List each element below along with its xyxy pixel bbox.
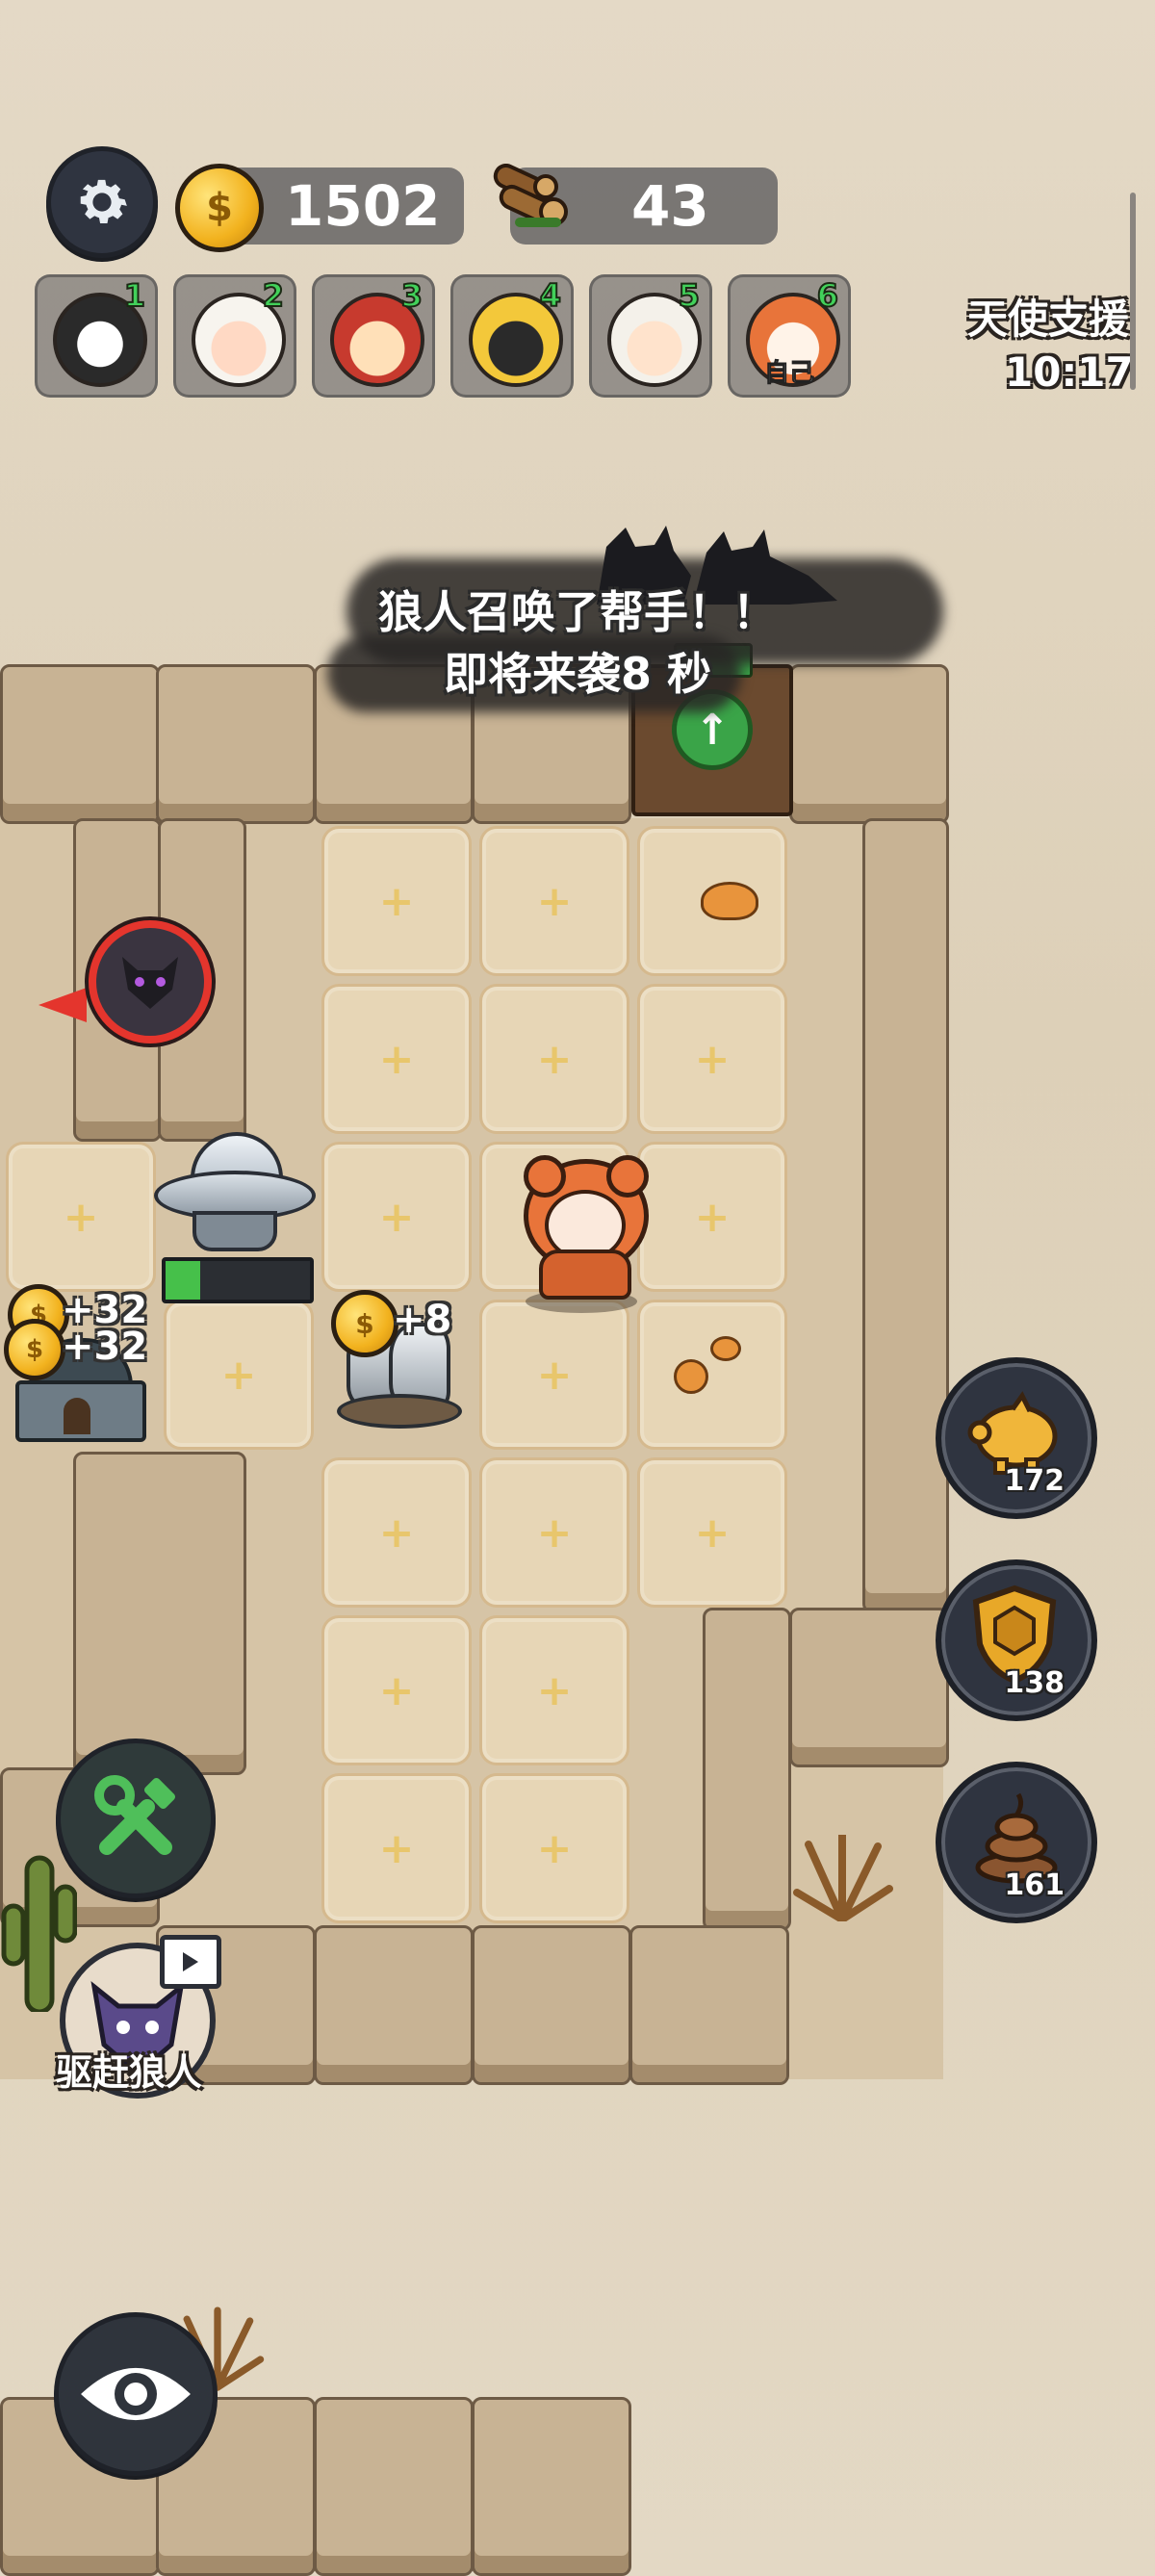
- player-number: 4: [539, 276, 562, 315]
- player-sheep-character[interactable]: [510, 1155, 653, 1319]
- building-door: [64, 1398, 90, 1434]
- wolf-enemy-marker[interactable]: [38, 920, 212, 1045]
- fox-ear-right: [606, 1155, 649, 1198]
- fox-ear-left: [524, 1155, 566, 1198]
- ufo-health-fill: [166, 1261, 200, 1300]
- player-number: 1: [123, 276, 146, 315]
- wall: [314, 2397, 474, 2576]
- build-tile[interactable]: +: [479, 826, 629, 976]
- ufo-turret[interactable]: [154, 1132, 316, 1257]
- orange-pebble-icon: [674, 1359, 708, 1394]
- gold-value: 1502: [285, 173, 441, 239]
- orange-pebble-icon: [710, 1336, 741, 1361]
- piggy-bank-icon: [967, 1391, 1058, 1475]
- wrench-hammer-icon: [94, 1775, 176, 1855]
- player-avatar-4[interactable]: 4: [450, 274, 574, 398]
- piggy-bank-button[interactable]: 172: [936, 1357, 1097, 1519]
- build-tile[interactable]: +: [321, 1142, 472, 1292]
- build-tile[interactable]: +: [321, 1773, 472, 1923]
- player-avatar-6[interactable]: 6 自己: [728, 274, 851, 398]
- wall: [789, 1608, 949, 1767]
- build-tile[interactable]: +: [321, 1615, 472, 1765]
- shield-count: 138: [1004, 1666, 1065, 1700]
- settings-button[interactable]: [46, 146, 158, 258]
- wall: [862, 818, 949, 1613]
- red-arrow-icon: [38, 988, 87, 1022]
- wall: [472, 2397, 631, 2576]
- video-ad-icon: [160, 1935, 221, 1989]
- ore-base: [337, 1394, 462, 1429]
- gold-gain-text: +32: [62, 1325, 148, 1369]
- angel-support-label: 天使支援: [967, 296, 1130, 343]
- build-tile[interactable]: +: [321, 984, 472, 1134]
- piggy-bank-count: 172: [1004, 1464, 1065, 1498]
- wall: [629, 1925, 789, 2085]
- ufo-base: [192, 1211, 277, 1251]
- wall: [472, 1925, 631, 2085]
- build-tile[interactable]: +: [479, 1773, 629, 1923]
- player-avatar-5[interactable]: 5: [589, 274, 712, 398]
- wall: [314, 1925, 474, 2085]
- build-tile[interactable]: +: [164, 1300, 314, 1450]
- self-tag: 自己: [763, 359, 814, 389]
- player-avatar-2[interactable]: 2: [173, 274, 296, 398]
- build-tile[interactable]: +: [321, 826, 472, 976]
- orange-pebble-icon: [701, 882, 758, 920]
- build-tile[interactable]: +: [637, 1142, 787, 1292]
- cape-body: [539, 1249, 631, 1300]
- build-tile[interactable]: +: [479, 984, 629, 1134]
- build-tile[interactable]: +: [479, 1457, 629, 1608]
- coin-icon: $: [331, 1290, 398, 1357]
- shield-button[interactable]: 138: [936, 1559, 1097, 1721]
- logs-icon: [493, 164, 568, 227]
- eye-icon: [81, 2368, 191, 2420]
- wood-value: 43: [631, 173, 709, 239]
- poop-count: 161: [1004, 1868, 1065, 1902]
- build-tile[interactable]: +: [479, 1615, 629, 1765]
- coin-icon: $: [4, 1319, 65, 1380]
- player-number: 5: [678, 276, 701, 315]
- player-number: 6: [816, 276, 839, 315]
- build-tile[interactable]: +: [637, 984, 787, 1134]
- build-tools-button[interactable]: [56, 1739, 216, 1898]
- wolf-head-icon: [89, 920, 212, 1043]
- gear-icon: [80, 179, 127, 223]
- poop-button[interactable]: 161: [936, 1762, 1097, 1923]
- scroll-indicator: [1130, 193, 1136, 390]
- drive-wolf-label: 驱赶狼人: [56, 2051, 203, 2094]
- ore-gain-text: +8: [393, 1298, 452, 1342]
- wall: [73, 1452, 246, 1775]
- angel-support-timer: 10:17: [1005, 348, 1134, 396]
- wall: [703, 1608, 791, 1931]
- player-number: 3: [400, 276, 424, 315]
- player-avatar-3[interactable]: 3: [312, 274, 435, 398]
- player-number: 2: [262, 276, 285, 315]
- dry-bush-icon: [793, 1835, 893, 1921]
- player-avatar-1[interactable]: 1: [35, 274, 158, 398]
- build-tile[interactable]: +: [637, 1457, 787, 1608]
- build-tile[interactable]: +: [479, 1300, 629, 1450]
- wolf-alert-line-1: 狼人召唤了帮手！！: [378, 586, 777, 638]
- coin-icon: $: [175, 164, 264, 252]
- view-toggle-button[interactable]: [54, 2312, 218, 2476]
- ufo-health-bar: [162, 1257, 314, 1303]
- drive-wolf-button[interactable]: 驱赶狼人: [56, 1935, 221, 2100]
- wolf-alert-line-2: 即将来袭8 秒: [443, 648, 712, 700]
- build-tile[interactable]: +: [6, 1142, 156, 1292]
- build-tile[interactable]: +: [321, 1457, 472, 1608]
- build-tile[interactable]: [637, 1300, 787, 1450]
